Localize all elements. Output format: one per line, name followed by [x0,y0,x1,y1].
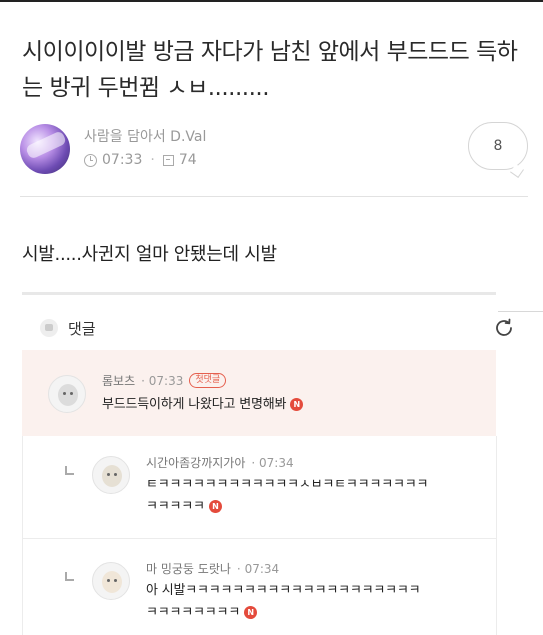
comment-text: 부드드득이하게 나왔다고 변명해봐 N [102,394,304,416]
comment-author[interactable]: 롬보츠 [102,372,135,389]
reply-divider [22,538,496,539]
comment-author[interactable]: 마 밍궁둥 도랏나 [146,560,231,577]
top-border [0,0,543,2]
first-comment-badge: 첫댓글 [189,373,227,388]
post-body: 시발.....사귄지 얼마 안됐는데 시발 [22,244,277,265]
comment-author-row: 롬보츠 · 07:33 첫댓글 [102,372,227,389]
author-avatar[interactable] [20,124,70,174]
refresh-icon[interactable] [492,316,516,340]
comment-count: 8 [493,138,503,154]
reply-arrow-icon [63,466,77,478]
comment-time: · 07:33 [141,373,184,388]
comments-header: 댓글 [40,314,512,342]
post-time: 07:33 [102,152,143,168]
reply-arrow-icon [63,572,77,584]
comment-author[interactable]: 시간아좀강까지가아 [146,454,245,471]
comment-text: ㅌㅋㅋㅋㅋㅋㅋㅋㅋㅋㅋㅋㅋㅅㅂㅋㅌㅋㅋㅋㅋㅋㅋㅋ ㅋㅋㅋㅋㅋ N [146,477,429,514]
divider [20,196,528,197]
panel-right-edge [496,436,497,635]
comment-time: · 07:34 [236,561,280,576]
author-name[interactable]: 사람을 담아서 D.Val [84,126,206,146]
new-badge: N [244,606,258,619]
meta-separator: · [150,152,155,168]
panel-right-border [498,311,543,312]
post-meta: 07:33 · 74 [84,152,197,168]
comment-count-button[interactable]: 8 [468,122,528,170]
post-title: 시이이이이발 방금 자다가 남친 앞에서 부드드드 득하는 방귀 두번뀜 ㅅㅂ.… [22,39,518,101]
comment-icon [40,319,58,337]
new-badge: N [208,500,222,513]
clock-icon [84,153,97,167]
views-icon [162,154,174,166]
comment-item: 롬보츠 · 07:33 첫댓글 부드드득이하게 나왔다고 변명해봐 N [22,350,496,436]
comment-author-row: 시간아좀강까지가아 · 07:34 [146,454,294,471]
commenter-avatar[interactable] [92,562,130,600]
post-author-row: 사람을 담아서 D.Val 07:33 · 74 8 [20,122,530,178]
panel-top-border [22,292,496,295]
commenter-avatar[interactable] [48,375,86,413]
panel-left-border [22,436,23,635]
comment-text: 아 시발ㅋㅋㅋㅋㅋㅋㅋㅋㅋㅋㅋㅋㅋㅋㅋㅋㅋㅋㅋㅋ ㅋㅋㅋㅋㅋㅋㅋㅋ N [146,583,421,620]
comments-label: 댓글 [68,319,96,338]
post-views: 74 [178,152,197,168]
comment-author-row: 마 밍궁둥 도랏나 · 07:34 [146,560,279,577]
commenter-avatar[interactable] [92,456,130,494]
new-badge: N [290,398,304,411]
comment-time: · 07:34 [251,455,294,470]
comments-panel: 댓글 롬보츠 · 07:33 첫댓글 부드드득이하게 나왔다고 변명해봐 N 시간… [0,292,543,635]
